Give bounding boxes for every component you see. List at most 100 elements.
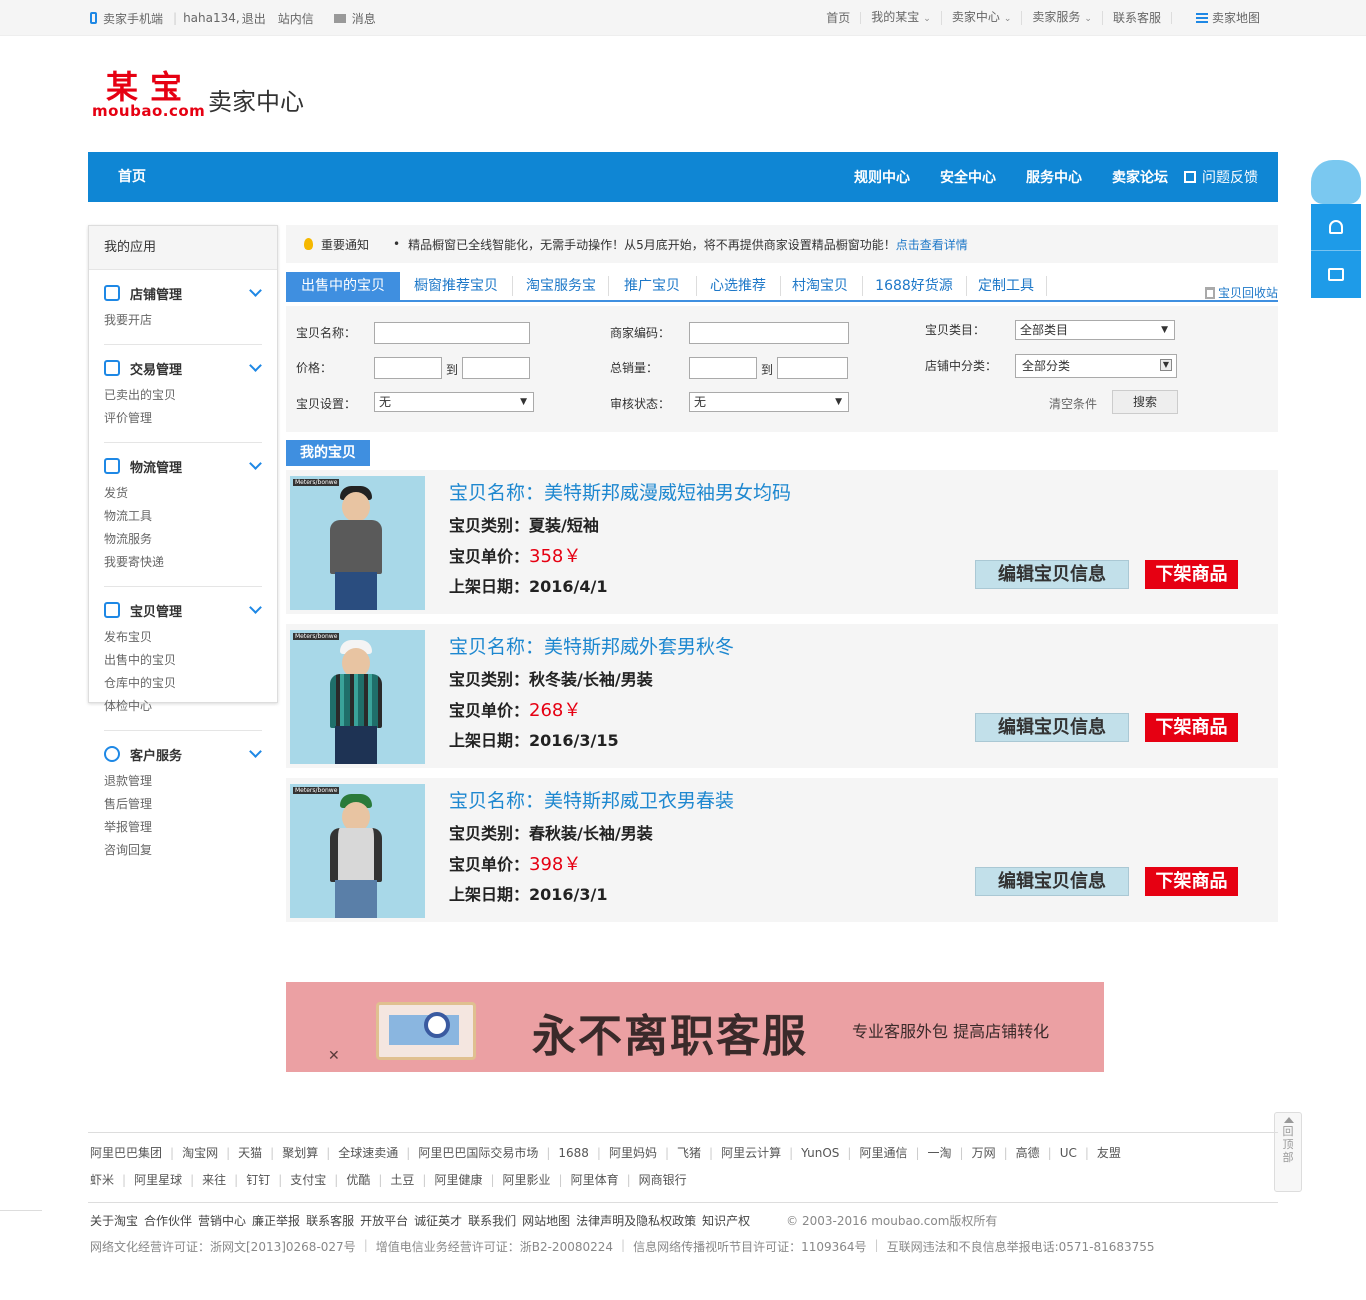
footer-link[interactable]: 友盟 <box>1097 1140 1121 1167</box>
footer-link[interactable]: 阿里巴巴集团 <box>90 1140 162 1167</box>
sidebar-group-title[interactable]: 物流管理 <box>104 457 262 476</box>
footer-link[interactable]: 营销中心 <box>198 1212 246 1229</box>
sidebar-link-ship[interactable]: 发货 <box>104 482 189 505</box>
tab-1688[interactable]: 1688好货源 <box>866 272 962 300</box>
footer-link[interactable]: 一淘 <box>928 1140 952 1167</box>
item-setting-select[interactable]: 无 ▼ <box>374 392 534 412</box>
sidebar-link-send-express[interactable]: 我要寄快递 <box>104 551 189 574</box>
tab-recommended[interactable]: 心选推荐 <box>698 272 778 300</box>
footer-link[interactable]: 阿里妈妈 <box>609 1140 657 1167</box>
footer-link[interactable]: 阿里巴巴国际交易市场 <box>418 1140 538 1167</box>
recycle-bin-link[interactable]: 宝贝回收站 <box>1204 284 1278 301</box>
item-image[interactable]: Meters/bonwe <box>290 476 425 610</box>
footer-link[interactable]: 诚征英才 <box>414 1212 462 1229</box>
top-seller-center-menu[interactable]: 卖家中心 ⌄ <box>942 11 1023 25</box>
inbox-link[interactable]: 站内信 <box>278 10 314 27</box>
footer-link[interactable]: 万网 <box>972 1140 996 1167</box>
logo[interactable]: 某宝 moubao.com 卖家中心 <box>92 70 332 122</box>
item-image[interactable]: Meters/bonwe <box>290 630 425 764</box>
tab-on-sale[interactable]: 出售中的宝贝 <box>286 272 400 300</box>
item-name[interactable]: 宝贝名称：美特斯邦威漫威短袖男女均码 <box>449 478 791 505</box>
footer-link[interactable]: 联系我们 <box>468 1212 516 1229</box>
delist-item-button[interactable]: 下架商品 <box>1145 560 1238 589</box>
sidebar-link-logistics-service[interactable]: 物流服务 <box>104 528 189 551</box>
item-name-input[interactable] <box>374 322 530 344</box>
footer-link[interactable]: 开放平台 <box>360 1212 408 1229</box>
tab-promoted[interactable]: 推广宝贝 <box>610 272 694 300</box>
ad-banner[interactable]: ✕ 永不离职客服 专业客服外包 提高店铺转化 <box>286 982 1104 1072</box>
notice-details-link[interactable]: 点击查看详情 <box>896 236 968 253</box>
footer-link[interactable]: 合作伙伴 <box>144 1212 192 1229</box>
sidebar-group-title[interactable]: 店铺管理 <box>104 284 262 303</box>
tab-village[interactable]: 村淘宝贝 <box>782 272 858 300</box>
search-button[interactable]: 搜索 <box>1112 390 1178 414</box>
footer-link[interactable]: YunOS <box>801 1140 839 1167</box>
nav-seller-forum[interactable]: 卖家论坛 <box>1112 167 1168 187</box>
back-to-top-button[interactable]: 回顶部 <box>1274 1112 1302 1192</box>
footer-link[interactable]: 阿里健康 <box>434 1167 482 1194</box>
footer-link[interactable]: 廉正举报 <box>252 1212 300 1229</box>
nav-home[interactable]: 首页 <box>118 152 146 202</box>
sales-max-input[interactable] <box>777 357 848 379</box>
footer-link[interactable]: 虾米 <box>90 1167 114 1194</box>
tab-service-bao[interactable]: 淘宝服务宝 <box>514 272 608 300</box>
sidebar-link-after-sales[interactable]: 售后管理 <box>104 793 189 816</box>
sidebar-link-open-store[interactable]: 我要开店 <box>104 309 189 332</box>
shop-category-select[interactable]: 全部分类 ▼ <box>1015 354 1177 378</box>
sidebar-link-warehouse-items[interactable]: 仓库中的宝贝 <box>104 672 189 695</box>
top-seller-service-menu[interactable]: 卖家服务 ⌄ <box>1022 11 1103 25</box>
elephant-mascot-icon[interactable] <box>1311 160 1361 204</box>
top-home-link[interactable]: 首页 <box>816 12 862 24</box>
sidebar-group-title[interactable]: 交易管理 <box>104 359 262 378</box>
audit-status-select[interactable]: 无 ▼ <box>689 392 849 412</box>
footer-link[interactable]: 网商银行 <box>639 1167 687 1194</box>
edit-item-button[interactable]: 编辑宝贝信息 <box>975 560 1129 589</box>
tab-showcase[interactable]: 橱窗推荐宝贝 <box>400 272 512 300</box>
footer-link[interactable]: 优酷 <box>346 1167 370 1194</box>
edit-item-button[interactable]: 编辑宝贝信息 <box>975 867 1129 896</box>
chat-button[interactable] <box>1311 251 1361 297</box>
item-image[interactable]: Meters/bonwe <box>290 784 425 918</box>
footer-link[interactable]: 全球速卖通 <box>338 1140 398 1167</box>
price-min-input[interactable] <box>374 357 442 379</box>
tab-custom-tools[interactable]: 定制工具 <box>970 272 1042 300</box>
footer-link[interactable]: 聚划算 <box>282 1140 318 1167</box>
sidebar-link-refunds[interactable]: 退款管理 <box>104 770 189 793</box>
footer-link[interactable]: UC <box>1060 1140 1077 1167</box>
footer-link[interactable]: 阿里影业 <box>503 1167 551 1194</box>
sidebar-link-logistics-tools[interactable]: 物流工具 <box>104 505 189 528</box>
sidebar-link-items-on-sale[interactable]: 出售中的宝贝 <box>104 649 189 672</box>
nav-service-center[interactable]: 服务中心 <box>1026 167 1082 187</box>
item-name[interactable]: 宝贝名称：美特斯邦威外套男秋冬 <box>449 632 734 659</box>
notification-button[interactable] <box>1311 204 1361 250</box>
price-max-input[interactable] <box>462 357 530 379</box>
merchant-code-input[interactable] <box>689 322 849 344</box>
clear-conditions-link[interactable]: 清空条件 <box>1049 395 1097 412</box>
top-my-moubao-menu[interactable]: 我的某宝 ⌄ <box>861 11 942 25</box>
delist-item-button[interactable]: 下架商品 <box>1145 867 1238 896</box>
nav-security-center[interactable]: 安全中心 <box>940 167 996 187</box>
top-contact-link[interactable]: 联系客服 <box>1103 12 1172 24</box>
footer-link[interactable]: 钉钉 <box>246 1167 270 1194</box>
sales-min-input[interactable] <box>689 357 757 379</box>
footer-link[interactable]: 关于淘宝 <box>90 1212 138 1229</box>
footer-link[interactable]: 飞猪 <box>677 1140 701 1167</box>
footer-link[interactable]: 天猫 <box>238 1140 262 1167</box>
messages-link[interactable]: 消息 <box>352 10 376 27</box>
footer-link[interactable]: 网站地图 <box>522 1212 570 1229</box>
logout-link[interactable]: 退出 <box>242 10 266 27</box>
footer-link[interactable]: 联系客服 <box>306 1212 354 1229</box>
sidebar-link-consult-reply[interactable]: 咨询回复 <box>104 839 189 862</box>
footer-link[interactable]: 土豆 <box>390 1167 414 1194</box>
sidebar-group-title[interactable]: 客户服务 <box>104 745 262 764</box>
footer-link[interactable]: 法律声明及隐私权政策 <box>576 1212 696 1229</box>
mobile-seller-link[interactable]: 卖家手机端 <box>103 10 163 27</box>
footer-link[interactable]: 高德 <box>1016 1140 1040 1167</box>
footer-link[interactable]: 来往 <box>202 1167 226 1194</box>
sidebar-group-title[interactable]: 宝贝管理 <box>104 601 262 620</box>
delist-item-button[interactable]: 下架商品 <box>1145 713 1238 742</box>
category-select[interactable]: 全部类目 ▼ <box>1015 320 1175 340</box>
edit-item-button[interactable]: 编辑宝贝信息 <box>975 713 1129 742</box>
footer-link[interactable]: 淘宝网 <box>182 1140 218 1167</box>
nav-rules-center[interactable]: 规则中心 <box>854 167 910 187</box>
